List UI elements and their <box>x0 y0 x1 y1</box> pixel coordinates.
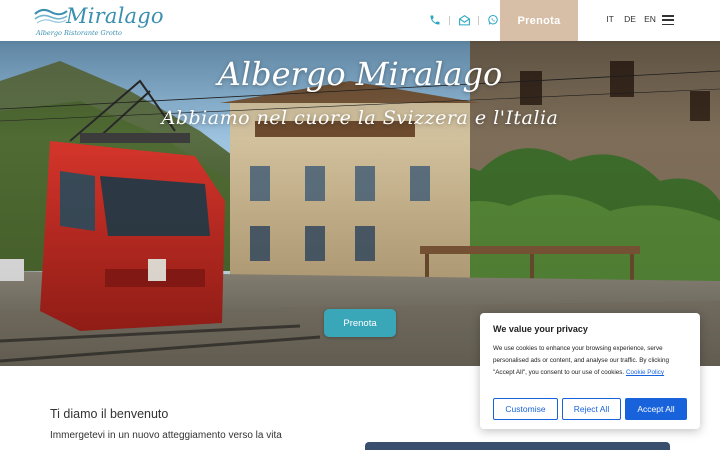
cookie-text: We use cookies to enhance your browsing … <box>493 343 689 379</box>
content-image <box>365 442 670 450</box>
cookie-title: We value your privacy <box>493 324 588 334</box>
lang-it[interactable]: IT <box>600 14 620 24</box>
lang-en[interactable]: EN <box>640 14 660 24</box>
logo-title: Miralago <box>66 4 164 28</box>
phone-icon[interactable] <box>426 12 444 28</box>
icon-divider <box>449 15 450 25</box>
hero-title: Albergo Miralago <box>217 55 503 93</box>
welcome-title: Ti diamo il benvenuto <box>50 407 169 421</box>
logo[interactable]: Miralago Albergo Ristorante Grotto <box>34 4 164 38</box>
hero-subtitle: Abbiamo nel cuore la Svizzera e l'Italia <box>161 107 559 129</box>
site-header: Miralago Albergo Ristorante Grotto Preno… <box>0 0 720 41</box>
mail-icon[interactable] <box>455 12 473 28</box>
prenota-hero-button[interactable]: Prenota <box>324 309 396 337</box>
lang-de[interactable]: DE <box>620 14 640 24</box>
logo-wave-icon <box>34 8 68 24</box>
reject-all-button[interactable]: Reject All <box>562 398 621 420</box>
language-switcher: IT DE EN <box>600 14 660 24</box>
customise-button[interactable]: Customise <box>493 398 558 420</box>
icon-divider <box>478 15 479 25</box>
contact-icons <box>426 12 502 28</box>
menu-icon[interactable] <box>662 15 674 25</box>
cookie-consent-banner: We value your privacy We use cookies to … <box>480 313 700 429</box>
logo-subtitle: Albergo Ristorante Grotto <box>36 29 122 37</box>
prenota-header-button[interactable]: Prenota <box>500 0 578 41</box>
welcome-subtitle: Immergetevi in un nuovo atteggiamento ve… <box>50 430 282 441</box>
accept-all-button[interactable]: Accept All <box>625 398 687 420</box>
cookie-policy-link[interactable]: Cookie Policy <box>626 369 664 376</box>
